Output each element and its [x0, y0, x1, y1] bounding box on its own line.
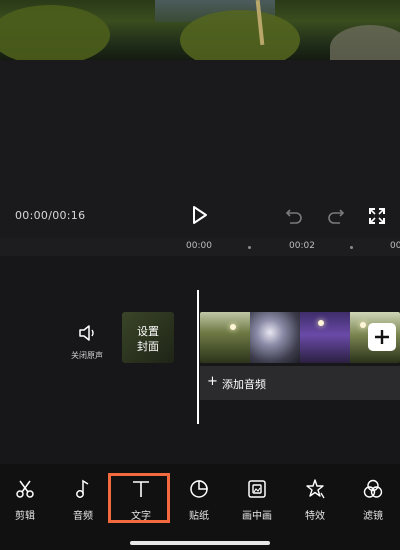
- preview-tree: [0, 5, 110, 60]
- set-cover-label-line2: 封面: [137, 340, 159, 353]
- ruler-tick-label: 00:02: [289, 241, 315, 251]
- set-cover-label: 设置 封面: [122, 324, 174, 354]
- ruler-tick-label: 00: [390, 241, 400, 251]
- playhead[interactable]: [197, 290, 199, 424]
- tool-label: 特效: [305, 511, 325, 522]
- tool-filter[interactable]: 滤镜: [348, 474, 398, 530]
- redo-icon: [328, 209, 345, 224]
- filter-icon: [363, 479, 383, 498]
- tool-picture-in-picture[interactable]: 画中画: [232, 474, 282, 530]
- redo-button[interactable]: [326, 206, 346, 224]
- mute-original-audio-label: 关闭原声: [71, 351, 103, 360]
- clip-thumbnail: [250, 312, 300, 363]
- speaker-icon: [79, 325, 94, 341]
- tool-audio[interactable]: 音频: [58, 474, 108, 530]
- scissors-icon: [16, 480, 34, 498]
- thumbnail-light: [230, 324, 236, 330]
- tool-label: 剪辑: [15, 511, 35, 522]
- tool-label: 滤镜: [363, 511, 383, 522]
- plus-icon: +: [207, 374, 218, 389]
- clip-thumbnail: [200, 312, 250, 363]
- ruler-tick-dot: [248, 246, 251, 249]
- playback-time: 00:00/00:16: [15, 209, 86, 222]
- preview-umbrella: [330, 25, 400, 60]
- undo-button[interactable]: [284, 206, 304, 224]
- tool-effects[interactable]: 特效: [290, 474, 340, 530]
- fullscreen-icon: [369, 208, 385, 224]
- add-audio-button[interactable]: + 添加音频: [200, 366, 400, 400]
- ruler-tick-label: 00:00: [186, 241, 212, 251]
- tool-label: 音频: [73, 511, 93, 522]
- ruler-tick-dot: [350, 246, 353, 249]
- video-preview[interactable]: [0, 0, 400, 60]
- set-cover-button[interactable]: 设置 封面: [122, 312, 174, 363]
- undo-icon: [285, 209, 302, 224]
- timeline-ruler[interactable]: 00:00 00:02 00: [0, 238, 400, 256]
- thumbnail-light: [318, 320, 324, 326]
- sticker-icon: [190, 480, 208, 498]
- set-cover-label-line1: 设置: [137, 325, 159, 338]
- plus-icon: [375, 330, 389, 344]
- mute-original-audio-button[interactable]: 关闭原声: [62, 322, 112, 362]
- play-icon: [193, 206, 207, 224]
- music-note-icon: [76, 479, 89, 498]
- picture-in-picture-icon: [248, 480, 266, 498]
- add-clip-button[interactable]: [368, 323, 396, 351]
- play-button[interactable]: [188, 204, 210, 226]
- thumbnail-light: [360, 322, 366, 328]
- clip-thumbnail: [300, 312, 350, 363]
- preview-tree: [180, 10, 300, 60]
- fullscreen-button[interactable]: [367, 206, 387, 226]
- tool-label: 贴纸: [189, 511, 209, 522]
- tool-sticker[interactable]: 贴纸: [174, 474, 224, 530]
- tool-label: 画中画: [242, 511, 272, 522]
- effects-star-icon: [306, 479, 325, 499]
- home-indicator: [130, 541, 270, 545]
- text-tool-highlight: [108, 473, 170, 523]
- add-audio-label: 添加音频: [222, 378, 266, 391]
- tool-edit[interactable]: 剪辑: [0, 474, 50, 530]
